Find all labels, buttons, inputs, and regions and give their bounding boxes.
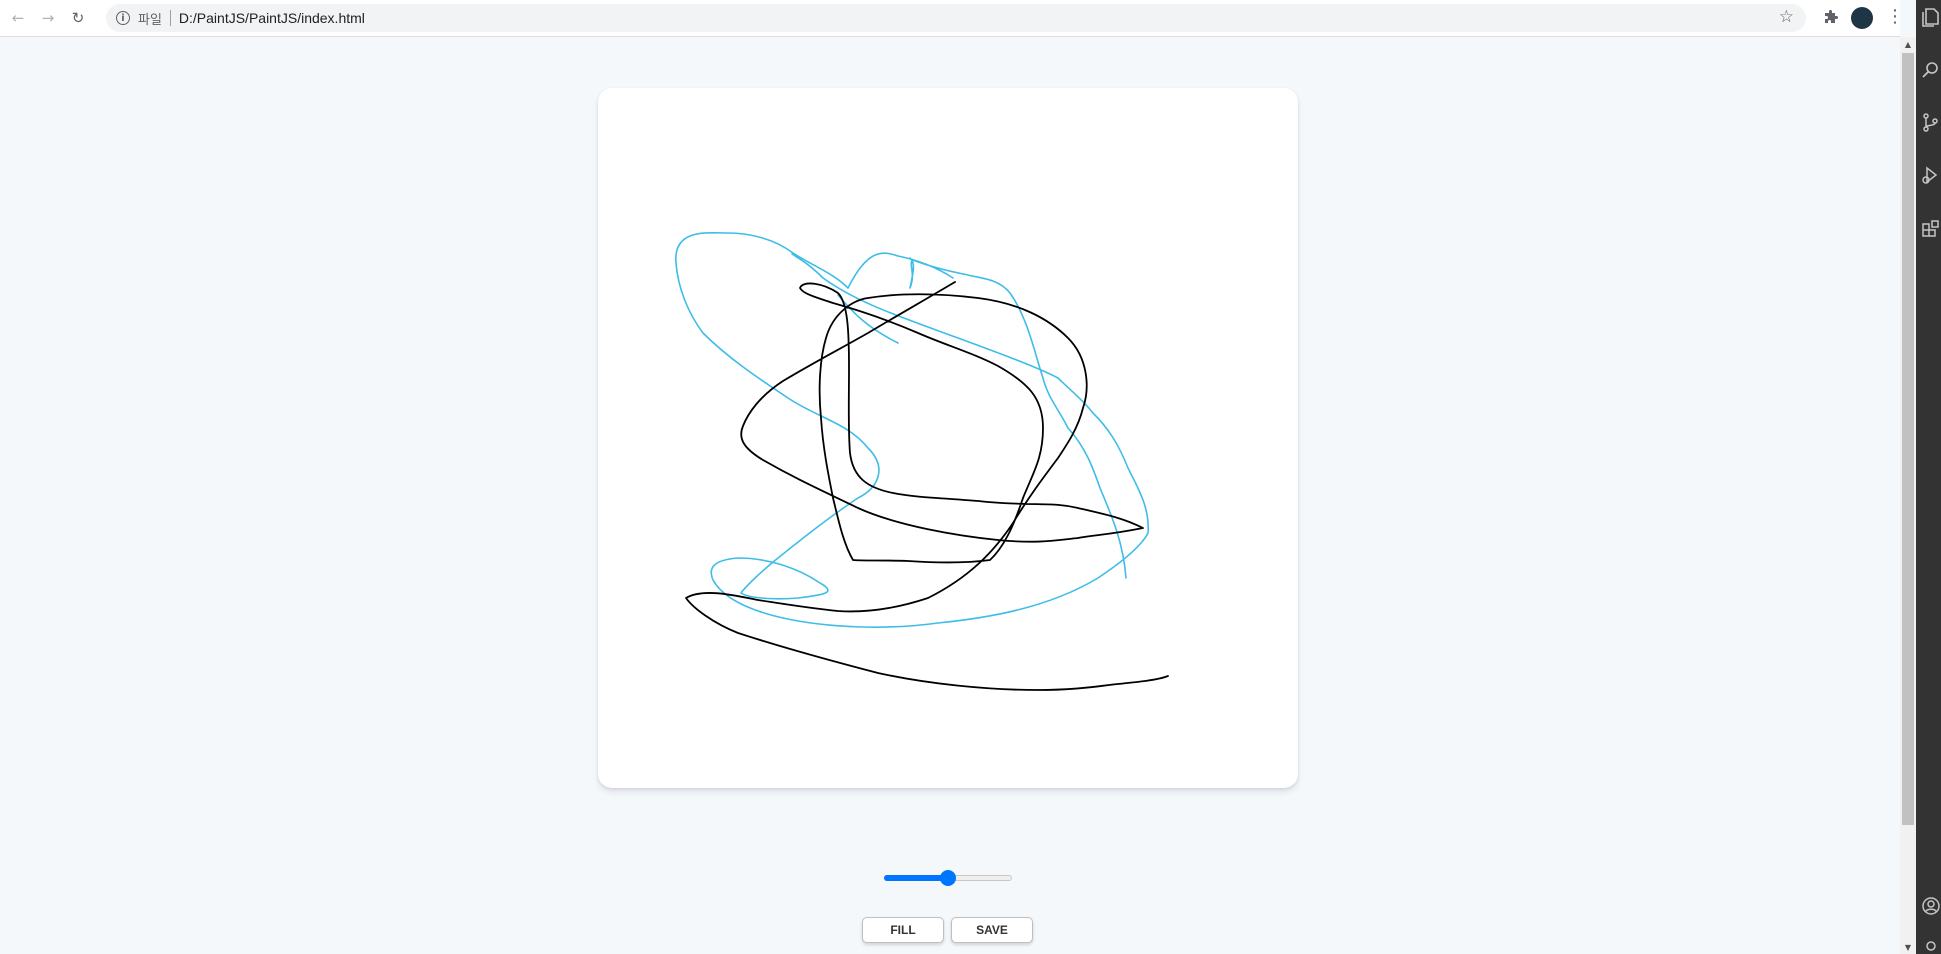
address-separator	[169, 10, 171, 26]
more-vertical-icon[interactable]: ⋮	[1886, 5, 1904, 29]
files-icon[interactable]	[1920, 6, 1941, 27]
forward-button[interactable]: →	[36, 6, 60, 30]
reload-icon: ↻	[71, 9, 85, 27]
editor-side-panel	[1916, 0, 1941, 954]
url-text[interactable]: D:/PaintJS/PaintJS/index.html	[179, 10, 365, 26]
reload-button[interactable]: ↻	[66, 6, 90, 30]
save-button[interactable]: Save	[951, 917, 1033, 943]
scroll-up-arrow-icon[interactable]: ▲	[1900, 37, 1916, 51]
search-icon[interactable]	[1920, 60, 1941, 81]
page-scrollbar[interactable]: ▲ ▼	[1900, 37, 1916, 954]
fill-button[interactable]: Fill	[862, 917, 944, 943]
gear-icon[interactable]	[1920, 935, 1941, 954]
scheme-label: 파일	[138, 12, 162, 28]
browser-window: ← → ↻ i 파일 D:/PaintJS/PaintJS/index.html…	[0, 0, 1941, 954]
scroll-down-arrow-icon[interactable]: ▼	[1900, 940, 1916, 954]
arrow-right-icon: →	[41, 9, 55, 27]
extensions-icon[interactable]	[1920, 218, 1941, 239]
debug-icon[interactable]	[1920, 165, 1941, 186]
avatar[interactable]	[1851, 7, 1873, 29]
browser-toolbar: ← → ↻ i 파일 D:/PaintJS/PaintJS/index.html…	[0, 0, 1904, 37]
canvas-drawing	[675, 231, 1169, 691]
brush-size-slider[interactable]	[884, 870, 1012, 886]
blue-stroke	[675, 231, 1149, 628]
star-icon[interactable]: ☆	[1779, 7, 1794, 27]
page-content: Fill Save	[0, 37, 1900, 954]
arrow-left-icon: ←	[11, 9, 25, 27]
paint-canvas[interactable]	[598, 88, 1298, 788]
back-button[interactable]: ←	[6, 6, 30, 30]
puzzle-icon[interactable]	[1822, 8, 1840, 26]
slider-thumb[interactable]	[940, 870, 956, 886]
source-control-icon[interactable]	[1920, 112, 1941, 133]
address-bar[interactable]: i 파일 D:/PaintJS/PaintJS/index.html ☆	[106, 4, 1806, 32]
scroll-thumb[interactable]	[1902, 53, 1914, 825]
black-stroke	[685, 281, 1169, 691]
slider-fill	[884, 875, 948, 881]
info-icon[interactable]: i	[116, 11, 130, 25]
account-icon[interactable]	[1920, 895, 1941, 916]
